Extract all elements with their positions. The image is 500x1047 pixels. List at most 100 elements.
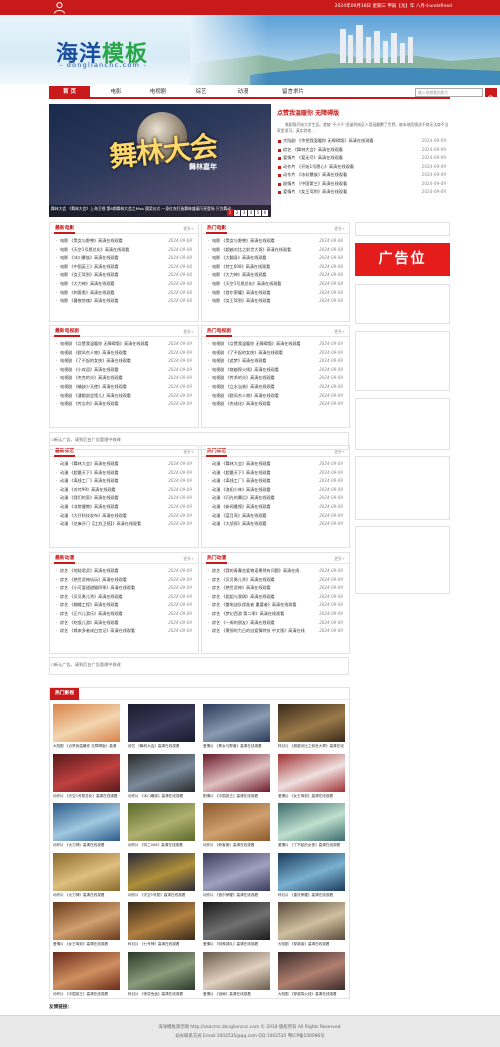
list-item[interactable]: 电影 《暮夜惊魂》高清在线观看 2024-09-08 <box>56 297 194 306</box>
hot-list-item[interactable]: 综艺 《舞林大会》高清在线观看 2024-09-09 <box>277 146 449 155</box>
movie-poster[interactable] <box>278 753 345 792</box>
movie-poster[interactable] <box>278 803 345 841</box>
search-button[interactable] <box>485 88 497 102</box>
list-item-text[interactable]: 动漫 《对付99》高清在线观看 <box>60 487 116 492</box>
list-item[interactable]: 电视剧 《杰克的光》高清在线观看 2024-09-09 <box>56 374 194 383</box>
list-item[interactable]: 动漫 《芝麻开门【江苏卫视】》高清在线观看 2024-09-09 <box>56 520 194 529</box>
movie-poster[interactable] <box>203 753 270 792</box>
list-item-text[interactable]: 综艺 《贝贝勇儿秀》高清在线观看 <box>212 577 275 582</box>
list-item[interactable]: 电影 《超越对比之前世大哥》高清在线观看 2024-09-08 <box>208 246 345 255</box>
list-item[interactable]: 动漫 《大仔科技发布》高清在线观看 2024-09-09 <box>56 512 194 521</box>
list-item-text[interactable]: 综艺 《绝世武神》高清在线观看 <box>212 585 271 590</box>
list-item-text[interactable]: 动漫 《舞林大会》高清在线观看 <box>60 461 119 466</box>
hot-item-text[interactable]: 爱情片 《爱无尽》高清在线观看 <box>283 155 343 160</box>
list-item[interactable]: 综艺 《一周的朋友》高清在线观看 2024-09-09 <box>208 619 345 628</box>
movie-poster[interactable] <box>203 852 270 891</box>
list-item[interactable]: 动漫 《超量天下》高清在线观看 2024-09-09 <box>56 469 194 478</box>
movie-poster[interactable] <box>128 803 195 841</box>
list-item-text[interactable]: 电视剧 《点赞我温暖你 无障碍版》高清在线观看 <box>212 341 301 346</box>
movie-caption[interactable]: 爱情片 《女王驾到》高清在线观看 <box>53 940 123 948</box>
movie-card[interactable]: 动作片 《特工008》高清在线观看 <box>128 803 198 849</box>
movie-caption[interactable]: 动作片 《天空1号愿总化》高清在线观看 <box>53 792 123 800</box>
list-item[interactable]: 动漫 《我们的家》高清在线观看 2024-09-09 <box>56 494 194 503</box>
movie-caption[interactable]: 动作片 《冰川暴族》高清在线观看 <box>128 792 198 800</box>
list-item[interactable]: 电视剧 《立水当香》高清在线观看 2024-09-09 <box>208 383 345 392</box>
list-item[interactable]: 动漫 《舞林大会》高清在线观看 2024-09-09 <box>208 460 345 469</box>
list-item[interactable]: 电视剧 《蛹缺少天使》高清在线观看 2024-09-09 <box>56 383 194 392</box>
list-item-text[interactable]: 电影 《冰川暴族》高清在线观看 <box>60 255 119 260</box>
list-item[interactable]: 电视剧 《潘都部会馆儿》高清在线观看 2024-09-09 <box>56 392 194 401</box>
list-item-text[interactable]: 电视剧 《点赞我温暖你 无障碍版》高清在线观看 <box>60 341 149 346</box>
movie-caption[interactable]: 动作片 《首尔荣耀》高清在线观看 <box>203 891 273 899</box>
list-item[interactable]: 综艺 《蝴蝶工程》高清在线观看 2024-09-09 <box>56 601 194 610</box>
movie-card[interactable]: 综艺 《舞林大会》高清在线观看 <box>128 704 198 750</box>
list-item-text[interactable]: 电视剧 《欧风杰人物》高清在线观看 <box>60 350 127 355</box>
list-item-text[interactable]: 动漫 《离线工厂》高清在线观看 <box>212 478 271 483</box>
list-item[interactable]: 电影 《首尔荣耀》高清在线观看 2024-09-08 <box>208 289 345 298</box>
movie-caption[interactable]: 科幻片 《超越对比之前世大哥》高清在线 <box>278 742 348 750</box>
list-item[interactable]: 电影 《天空1号愿总化》高清在线观看 2024-09-08 <box>56 246 194 255</box>
movie-caption[interactable]: 科幻片 《重庆荣耀》高清在线观看 <box>278 891 348 899</box>
movie-caption[interactable]: 动作片 《中国英王》高清在线观看 <box>53 990 123 998</box>
list-item-text[interactable]: 电影 《女王驾到》高清在线观看 <box>212 298 271 303</box>
list-item[interactable]: 动漫 《闪光的幕后》高清在线观看 2024-09-09 <box>208 494 345 503</box>
list-item[interactable]: 动漫 《超量天下》高清在线观看 2024-09-09 <box>208 469 345 478</box>
list-item[interactable]: 综艺 《我的青春恋爱物语果然有问题》高清在线 2024-09-09 <box>208 567 345 576</box>
movie-card[interactable]: 动作片 《中国英王》高清在线观看 <box>53 951 123 998</box>
ad-position[interactable]: 广告位 <box>355 243 450 276</box>
movie-caption[interactable]: 爱情片 《谜局》高清在线观看 <box>203 990 273 998</box>
movie-card[interactable]: 动作片 《刺客奥》高清在线观看 <box>203 803 273 849</box>
movie-card[interactable]: 科幻片 《七号神》高清在线观看 <box>128 902 198 948</box>
list-item-text[interactable]: 动漫 《大侦探》高清在线观看 <box>212 521 267 526</box>
nav-home[interactable]: 首 页 <box>49 86 90 99</box>
list-item[interactable]: 综艺 《正兴儿游乐》高清在线观看 2024-09-09 <box>56 610 194 619</box>
list-item[interactable]: 电影 《大力神》高清在线观看 2024-09-08 <box>208 271 345 280</box>
movie-poster[interactable] <box>53 902 120 940</box>
list-item-text[interactable]: 动漫 《超量天下》高清在线观看 <box>212 470 271 475</box>
hot-list-item[interactable]: 大陆剧 《余把我温暖你 无障碍版》高清在线观看 2024-09-09 <box>277 137 449 146</box>
movie-card[interactable]: 爱情片 《女王驾到》高清在线观看 <box>53 902 123 948</box>
slider-dot[interactable]: 4 <box>248 210 254 216</box>
movie-poster[interactable] <box>128 753 195 792</box>
list-item-text[interactable]: 电视剧 《传吉利》高清在线观看 <box>60 401 119 406</box>
movie-poster[interactable] <box>278 852 345 891</box>
list-item[interactable]: 电影 《女王驾到》高清在线观看 2024-09-08 <box>56 271 194 280</box>
nav-tv[interactable]: 电视剧 <box>139 86 177 99</box>
more-link[interactable]: 更多+ <box>183 326 194 337</box>
movie-poster[interactable] <box>203 902 270 940</box>
list-item-text[interactable]: 动漫 《超量天下》高清在线观看 <box>60 470 119 475</box>
list-item[interactable]: 综艺 《梦幻西游 第二季》高清在线观看 2024-09-09 <box>208 610 345 619</box>
list-item[interactable]: 电视剧 《传吉利》高清在线观看 2024-09-09 <box>56 400 194 409</box>
hot-title[interactable]: 点赞我温暖你 无障碍版 <box>277 108 449 117</box>
movie-poster[interactable] <box>128 704 195 742</box>
movie-card[interactable]: 动作片 《天空1号愿》高清在线观看 <box>128 852 198 899</box>
list-item[interactable]: 电视剧 《穿越探火线》高清在线观看 2024-09-09 <box>208 366 345 375</box>
list-item[interactable]: 电影 《中国英王》高清在线观看 2024-09-08 <box>56 263 194 272</box>
movie-poster[interactable] <box>278 902 345 940</box>
list-item-text[interactable]: 电视剧 《了不起的女侠》高清在线观看 <box>212 350 283 355</box>
list-item[interactable]: 电影 《黑女与野兽》高清在线观看 2024-09-08 <box>56 237 194 246</box>
list-item-text[interactable]: 电视剧 《欧风杰人物》高清在线观看 <box>212 393 279 398</box>
more-link[interactable]: 更多+ <box>334 553 345 564</box>
nav-variety[interactable]: 综艺 <box>181 86 221 99</box>
ad-banner[interactable]: ▫新认广告，请到后台广告管理中修改 <box>49 432 349 450</box>
list-item-text[interactable]: 电视剧 《杰克的光》高清在线观看 <box>60 375 123 380</box>
list-item-text[interactable]: 电影 《天空1号愿总化》高清在线观看 <box>212 281 281 286</box>
list-item[interactable]: 电视剧 《了不起的女侠》高清在线观看 2024-09-09 <box>208 349 345 358</box>
list-item[interactable]: 电影 《冰川暴族》高清在线观看 2024-09-08 <box>56 254 194 263</box>
movie-poster[interactable] <box>278 951 345 990</box>
hot-item-text[interactable]: 剧情片 《中国第三》高清在线观看 <box>283 181 347 186</box>
movie-caption[interactable]: 大陆剧 《穿越探火线》高清在线观看 <box>278 990 348 998</box>
movie-card[interactable]: 爱情片 《谜局》高清在线观看 <box>203 951 273 998</box>
list-item-text[interactable]: 综艺 《绝世武神仙玩》高清在线观看 <box>60 577 127 582</box>
list-item[interactable]: 电视剧 《小欢迎》高清在线观看 2024-09-09 <box>56 366 194 375</box>
nav-request[interactable]: 留言求片 <box>269 86 317 99</box>
list-item[interactable]: 电影 《大力神》高清在线观看 2024-09-08 <box>56 280 194 289</box>
movie-poster[interactable] <box>128 951 195 990</box>
list-item-text[interactable]: 综艺 《吃饭儿游》高清在线观看 <box>60 620 119 625</box>
movie-caption[interactable]: 动作片 《特工008》高清在线观看 <box>128 841 198 849</box>
slider-dot[interactable]: 2 <box>234 210 240 216</box>
movie-card[interactable]: 爱情片 《了不起的女侠》高清在线观看 <box>278 803 348 849</box>
ad-banner[interactable]: ▫新认广告，请到后台广告管理中修改 <box>49 657 349 675</box>
list-item[interactable]: 综艺 《缘来多者成白宫记》高清在线观看 2024-09-09 <box>56 627 194 636</box>
